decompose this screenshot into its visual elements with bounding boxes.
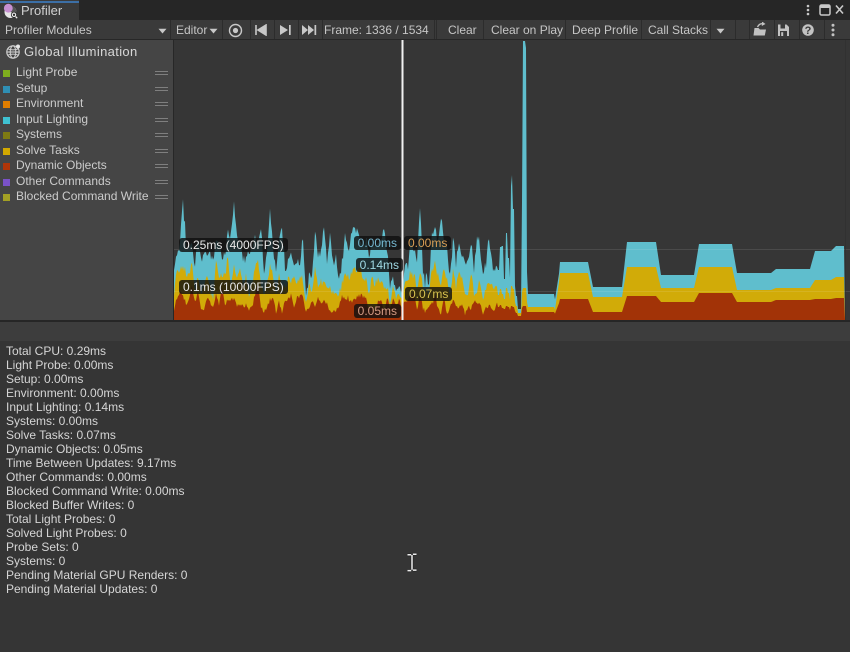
svg-text:?: ? [805, 25, 812, 37]
